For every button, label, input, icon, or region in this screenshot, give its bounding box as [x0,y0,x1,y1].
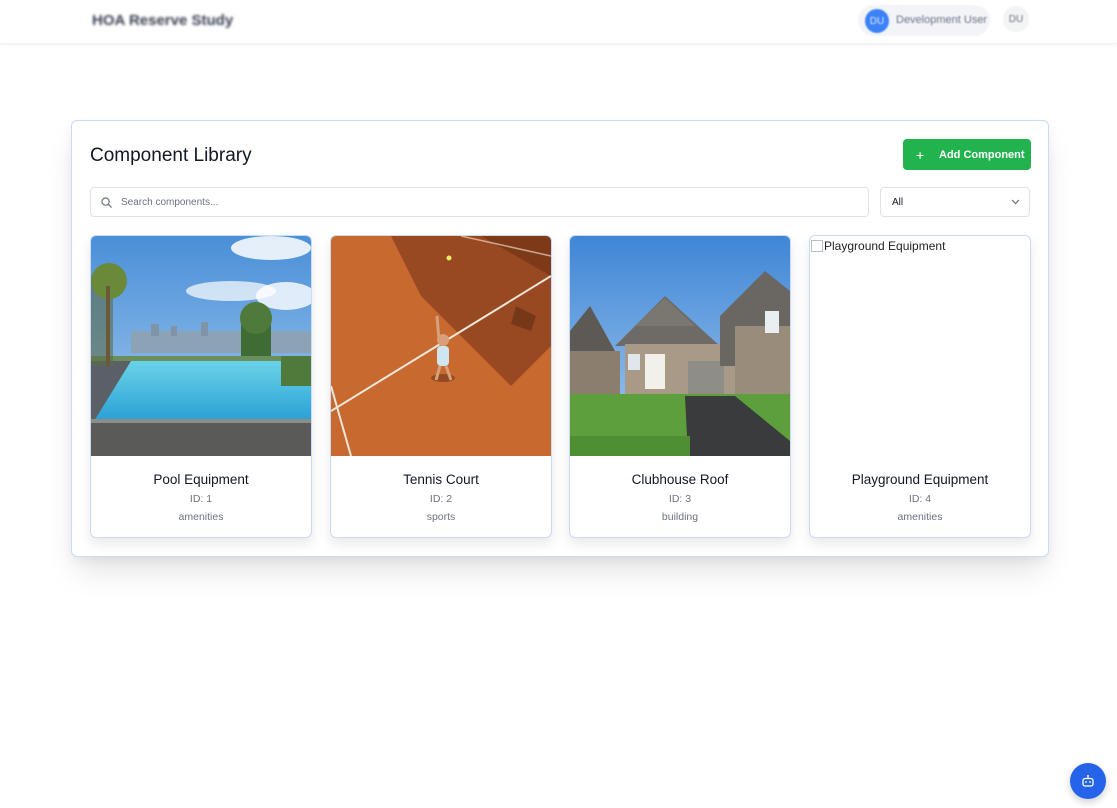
user-avatar: DU [865,9,889,33]
app-title[interactable]: HOA Reserve Study [92,12,233,29]
plus-icon: + [916,146,925,163]
search-box [90,187,869,217]
chevron-down-icon [1011,199,1020,205]
filter-value: All [892,197,904,208]
component-card-tennis-court[interactable]: Tennis Court ID: 2 sports [330,235,552,538]
component-name: Clubhouse Roof [631,472,729,487]
component-category: sports [426,511,456,523]
page-title: Component Library [90,145,252,166]
user-menu[interactable]: DU Development User [858,5,990,36]
tennis-court-photo [331,236,551,456]
component-category: amenities [178,511,224,523]
playground-image: Playground Equipment [810,236,1030,456]
bot-icon [1082,774,1094,787]
category-filter-select[interactable]: All [880,187,1030,217]
add-component-button[interactable]: + Add Component [903,139,1031,170]
broken-image-alt: Playground Equipment [811,239,945,253]
search-icon [101,197,112,208]
component-name: Pool Equipment [153,472,249,487]
house-photo [570,236,790,456]
component-id: ID: 1 [189,493,213,505]
component-name: Playground Equipment [851,472,989,487]
component-name: Tennis Court [403,472,479,487]
image-alt-text: Playground Equipment [824,239,946,253]
top-bar: HOA Reserve Study DU Development User DU [0,0,1117,44]
user-name: Development User [896,14,988,26]
assistant-button[interactable] [1070,763,1106,799]
pool-photo [91,236,311,456]
component-card-pool-equipment[interactable]: Pool Equipment ID: 1 amenities [90,235,312,538]
component-id: ID: 2 [429,493,453,505]
component-category: building [661,511,699,523]
component-id: ID: 3 [668,493,692,505]
component-card-clubhouse-roof[interactable]: Clubhouse Roof ID: 3 building [569,235,791,538]
search-input[interactable] [121,192,851,212]
profile-avatar[interactable]: DU [1003,6,1029,32]
add-component-label: Add Component [939,148,1025,161]
component-card-playground-equipment[interactable]: Playground Equipment Playground Equipmen… [809,235,1031,538]
component-library-panel: Component Library + Add Component All [71,120,1049,557]
component-id: ID: 4 [908,493,932,505]
broken-image-icon [811,240,823,252]
component-category: amenities [897,511,943,523]
